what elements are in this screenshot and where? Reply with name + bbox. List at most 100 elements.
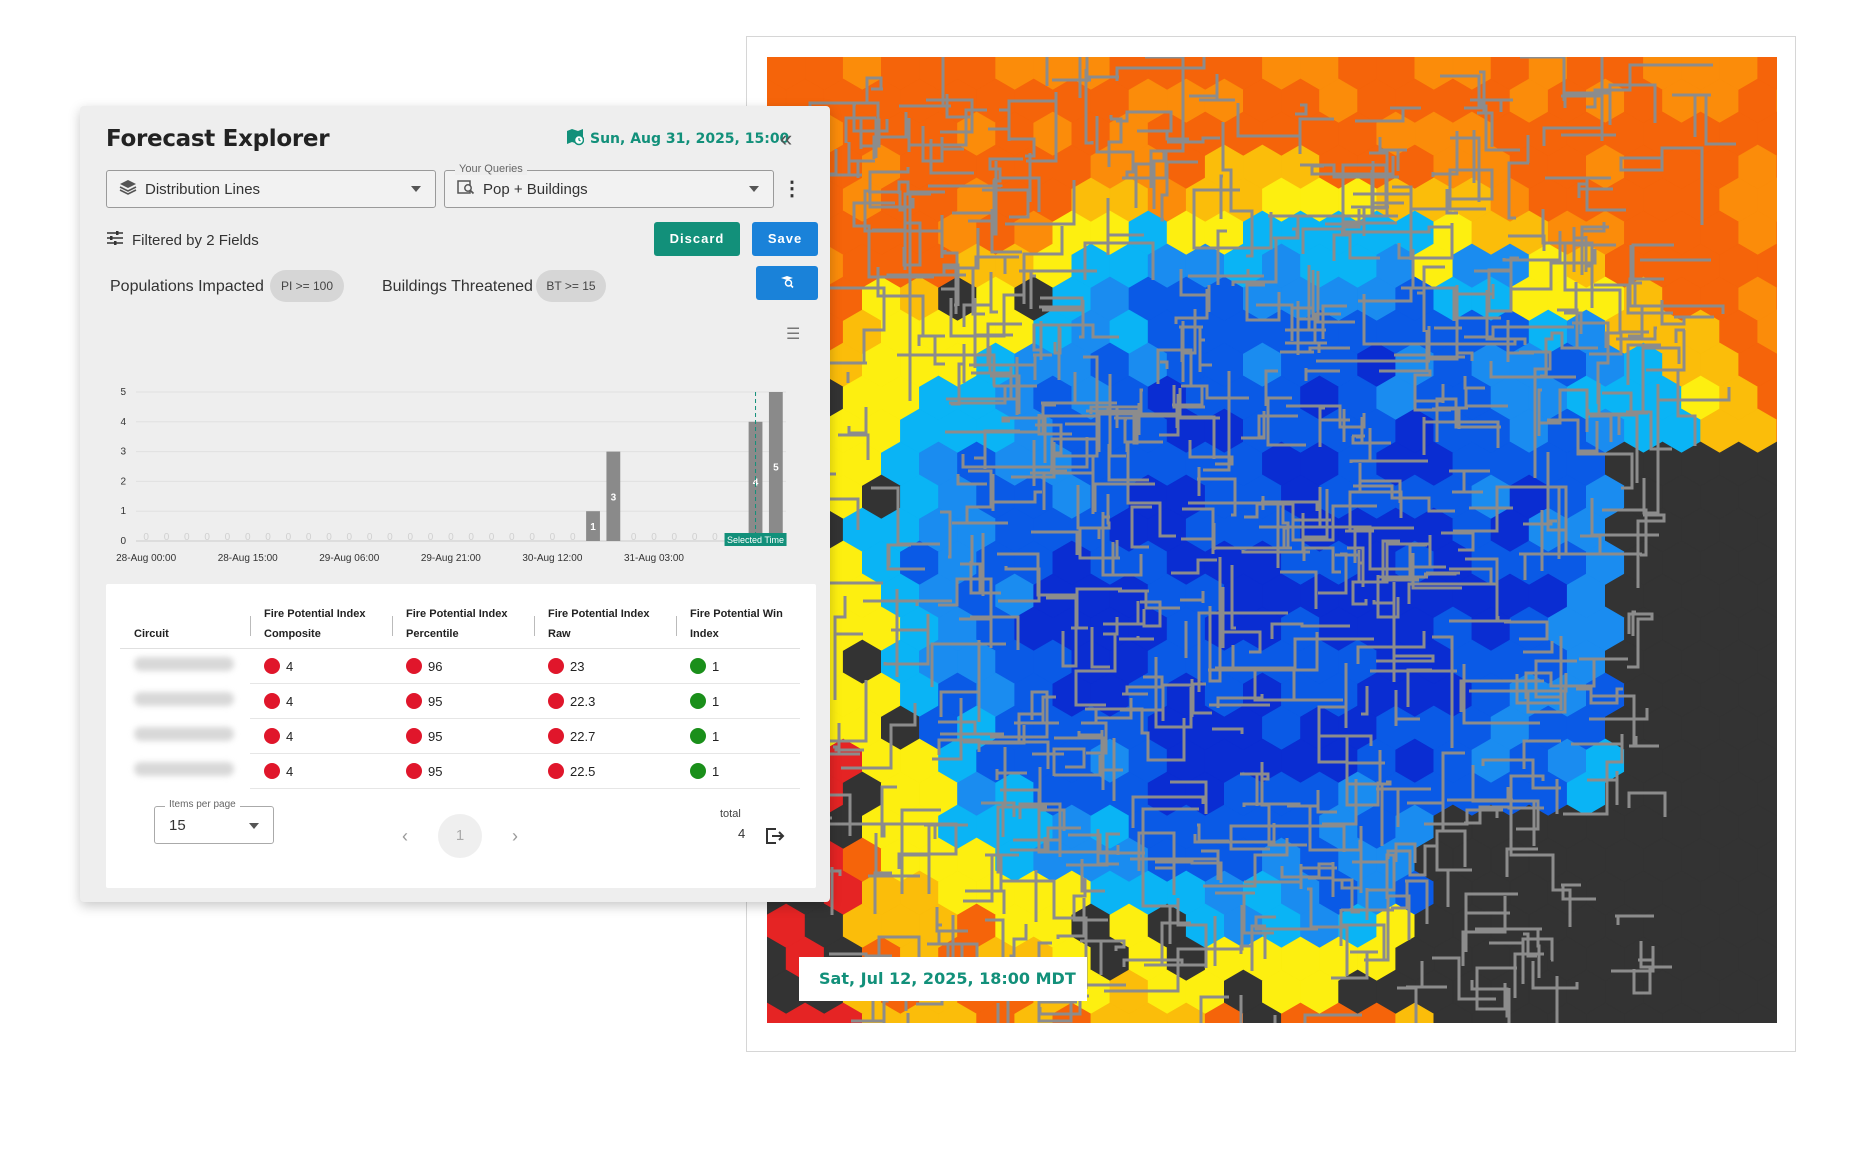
bar-data-label: 0 <box>509 532 515 543</box>
map-frame: Sat, Jul 12, 2025, 18:00 MDT <box>746 36 1796 1052</box>
items-per-page-legend: Items per page <box>165 799 240 810</box>
status-dot-icon <box>264 762 280 779</box>
bar-data-label: 0 <box>143 532 149 543</box>
bar-data-label: 0 <box>672 532 678 543</box>
bar-data-label: 0 <box>245 532 251 543</box>
distribution-line <box>928 184 1003 188</box>
wind-cell: 1 <box>676 753 800 789</box>
status-dot-icon <box>406 727 422 744</box>
status-dot-icon <box>690 762 706 779</box>
status-dot-icon <box>548 727 564 744</box>
more-options-icon[interactable]: ⋮ <box>782 176 802 201</box>
y-tick-label: 5 <box>120 387 126 398</box>
column-header-composite[interactable]: Fire Potential Index Composite <box>250 596 392 649</box>
bar-data-label: 0 <box>570 532 576 543</box>
percentile-cell: 96 <box>392 648 534 684</box>
prev-page-icon[interactable]: ‹ <box>402 826 408 847</box>
x-tick-label: 30-Aug 12:00 <box>522 553 582 564</box>
status-dot-icon <box>690 727 706 744</box>
export-icon[interactable] <box>764 826 786 851</box>
composite-cell: 4 <box>250 683 392 719</box>
x-tick-label: 29-Aug 06:00 <box>319 553 379 564</box>
redacted-circuit-name <box>134 657 234 672</box>
table-row[interactable]: 4 95 22.7 1 <box>120 718 800 754</box>
status-dot-icon <box>406 762 422 779</box>
raw-cell: 22.3 <box>534 683 676 719</box>
forecast-explorer-panel: Forecast Explorer Sun, Aug 31, 2025, 15:… <box>80 106 830 902</box>
bar-data-label: 0 <box>651 532 657 543</box>
bar-data-label: 0 <box>468 532 474 543</box>
filter-label-buildings: Buildings Threatened <box>382 278 533 295</box>
y-tick-label: 0 <box>120 536 126 547</box>
x-tick-label: 28-Aug 15:00 <box>218 553 278 564</box>
chevron-down-icon <box>749 186 759 192</box>
items-per-page-value: 15 <box>169 817 186 834</box>
circuit-cell <box>120 683 250 718</box>
distribution-line <box>1424 571 1460 576</box>
percentile-cell: 95 <box>392 683 534 719</box>
status-dot-icon <box>690 692 706 709</box>
bar-data-label: 0 <box>286 532 292 543</box>
circuit-cell <box>120 718 250 753</box>
column-header-wind[interactable]: Fire Potential Win Index <box>676 596 800 649</box>
bar-data-label: 0 <box>550 532 556 543</box>
query-run-icon <box>779 275 795 290</box>
map-clock-icon <box>566 128 585 150</box>
column-header-circuit[interactable]: Circuit <box>120 596 250 649</box>
table-row[interactable]: 4 96 23 1 <box>120 648 800 684</box>
page-number[interactable]: 1 <box>438 814 482 858</box>
filter-summary[interactable]: Filtered by 2 Fields <box>106 230 259 250</box>
status-dot-icon <box>264 692 280 709</box>
items-per-page-select[interactable]: Items per page 15 <box>154 799 274 844</box>
chevron-down-icon <box>411 186 421 192</box>
layer-select-value: Distribution Lines <box>145 180 261 198</box>
layers-icon <box>119 179 137 200</box>
bar-data-label: 0 <box>204 532 210 543</box>
status-dot-icon <box>406 657 422 674</box>
layer-select[interactable]: Distribution Lines <box>106 170 436 208</box>
y-tick-label: 2 <box>120 476 126 487</box>
next-page-icon[interactable]: › <box>512 826 518 847</box>
save-button[interactable]: Save <box>752 222 818 256</box>
chevron-down-icon <box>249 823 259 829</box>
forecast-date-text: Sun, Aug 31, 2025, 15:00 <box>590 131 790 147</box>
collapse-panel-icon[interactable]: « <box>780 126 792 152</box>
bar-data-label: 0 <box>347 532 353 543</box>
bar-data-label: 0 <box>225 532 231 543</box>
bar-data-label: 0 <box>387 532 393 543</box>
chart-menu-icon[interactable]: ☰ <box>786 324 800 344</box>
run-query-button[interactable] <box>756 266 818 300</box>
x-tick-label: 29-Aug 21:00 <box>421 553 481 564</box>
selected-time-label: Selected Time <box>727 535 784 545</box>
pagination: ‹ 1 › <box>402 814 518 858</box>
bar-data-label: 0 <box>489 532 495 543</box>
x-tick-label: 28-Aug 00:00 <box>116 553 176 564</box>
circuit-cell <box>120 648 250 683</box>
wind-cell: 1 <box>676 648 800 684</box>
fire-potential-map[interactable]: Sat, Jul 12, 2025, 18:00 MDT <box>767 57 1777 1023</box>
filter-chip-buildings[interactable]: BT >= 15 <box>536 270 606 302</box>
bar-data-label: 0 <box>428 532 434 543</box>
redacted-circuit-name <box>134 727 234 741</box>
status-dot-icon <box>264 657 280 674</box>
table-row[interactable]: 4 95 22.3 1 <box>120 683 800 719</box>
redacted-circuit-name <box>134 692 234 706</box>
forecast-date[interactable]: Sun, Aug 31, 2025, 15:00 <box>566 128 789 150</box>
composite-cell: 4 <box>250 718 392 754</box>
table-row[interactable]: 4 95 22.5 1 <box>120 753 800 789</box>
bar-data-label: 3 <box>611 492 617 503</box>
discard-button[interactable]: Discard <box>654 222 740 256</box>
column-header-percentile[interactable]: Fire Potential Index Percentile <box>392 596 534 649</box>
column-header-raw[interactable]: Fire Potential Index Raw <box>534 596 676 649</box>
raw-cell: 22.7 <box>534 718 676 754</box>
filter-chip-populations[interactable]: PI >= 100 <box>270 270 344 302</box>
y-tick-label: 4 <box>120 417 126 428</box>
percentile-cell: 95 <box>392 753 534 789</box>
query-select[interactable]: Your Queries Pop + Buildings <box>444 163 774 208</box>
circuit-cell <box>120 753 250 788</box>
composite-cell: 4 <box>250 753 392 789</box>
raw-cell: 23 <box>534 648 676 684</box>
bar-data-label: 0 <box>306 532 312 543</box>
bar-data-label: 0 <box>448 532 454 543</box>
query-select-value: Pop + Buildings <box>483 180 588 198</box>
